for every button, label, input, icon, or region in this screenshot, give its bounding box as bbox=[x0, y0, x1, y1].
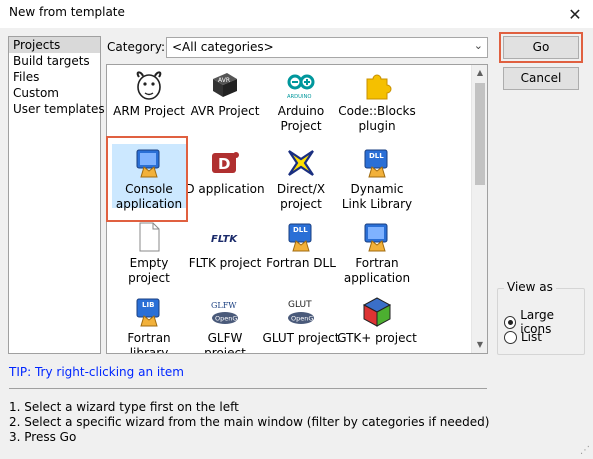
dll-icon: DLL bbox=[361, 147, 393, 179]
templates-scrollbar[interactable]: ▲ ▼ bbox=[471, 65, 487, 353]
cancel-button[interactable]: Cancel bbox=[503, 67, 579, 90]
template-avr-project[interactable]: AVR AVR Project bbox=[185, 69, 265, 119]
template-fortran-dll[interactable]: DLL Fortran DLL bbox=[261, 221, 341, 271]
go-button[interactable]: Go bbox=[503, 36, 579, 59]
glut-icon: GLUT OpenGL bbox=[285, 296, 317, 328]
fortran-lib-icon: LIB bbox=[133, 296, 165, 328]
glfw-text: GLFW bbox=[211, 301, 237, 310]
template-arduino-project[interactable]: ARDUINO Arduino Project bbox=[261, 69, 341, 134]
divider bbox=[9, 388, 487, 389]
radio-list[interactable]: List bbox=[504, 330, 542, 344]
template-dynamic-link-library[interactable]: DLL Dynamic Link Library bbox=[337, 147, 417, 212]
arduino-icon: ARDUINO bbox=[285, 69, 317, 101]
view-as-group: View as Large icons List bbox=[497, 280, 585, 355]
category-item-user-templates[interactable]: User templates bbox=[9, 101, 105, 117]
glut-opengl-text: OpenGL bbox=[291, 315, 317, 323]
fltk-icon: FLTK bbox=[209, 221, 241, 253]
category-item-projects[interactable]: Projects bbox=[9, 37, 100, 53]
tip-text: TIP: Try right-clicking an item bbox=[9, 365, 184, 379]
category-item-files[interactable]: Files bbox=[9, 69, 100, 85]
close-icon[interactable]: ✕ bbox=[557, 0, 593, 28]
instruction-line-3: 3. Press Go bbox=[9, 430, 77, 444]
view-as-legend: View as bbox=[504, 280, 556, 294]
template-label: Empty project bbox=[128, 256, 170, 285]
categories-list[interactable]: Projects Build targets Files Custom User… bbox=[8, 36, 105, 354]
template-label: GLFW project bbox=[204, 331, 246, 354]
template-label: Fortran DLL bbox=[266, 256, 336, 270]
radio-off-icon[interactable] bbox=[504, 330, 517, 344]
scroll-down-icon[interactable]: ▼ bbox=[472, 337, 487, 353]
title-bar: New from template ✕ bbox=[0, 0, 593, 28]
avr-text: AVR bbox=[218, 77, 230, 84]
puzzle-piece-icon bbox=[361, 69, 393, 101]
fortran-dll-text: DLL bbox=[293, 226, 308, 234]
glfw-opengl-text: OpenGL bbox=[215, 315, 241, 323]
fortran-app-icon bbox=[361, 221, 393, 253]
directx-icon bbox=[285, 147, 317, 179]
template-label: GLUT project bbox=[262, 331, 340, 345]
template-label: Fortran application bbox=[343, 256, 411, 285]
category-label: Category: bbox=[107, 40, 165, 54]
instruction-line-2: 2. Select a specific wizard from the mai… bbox=[9, 415, 490, 429]
gtk-cube-icon bbox=[361, 296, 393, 328]
avr-chip-icon: AVR bbox=[209, 69, 241, 101]
template-fltk-project[interactable]: FLTK FLTK project bbox=[185, 221, 265, 271]
scrollbar-thumb[interactable] bbox=[475, 83, 485, 185]
highlight-box-console bbox=[106, 136, 188, 222]
radio-list-label: List bbox=[521, 330, 542, 344]
template-codeblocks-plugin[interactable]: Code::Blocks plugin bbox=[337, 69, 417, 134]
template-label: FLTK project bbox=[188, 256, 262, 270]
template-empty-project[interactable]: Empty project bbox=[109, 221, 189, 286]
d-lang-icon: D bbox=[209, 147, 241, 179]
instruction-line-1: 1. Select a wizard type first on the lef… bbox=[9, 400, 239, 414]
template-label: D application bbox=[185, 182, 265, 196]
arm-gnu-icon bbox=[133, 69, 165, 101]
fortran-dll-icon: DLL bbox=[285, 221, 317, 253]
category-dropdown-value: <All categories> bbox=[172, 40, 274, 54]
template-gtk-project[interactable]: GTK+ project bbox=[337, 296, 417, 346]
dll-text: DLL bbox=[369, 152, 384, 160]
d-text: D bbox=[218, 155, 230, 173]
window-title: New from template bbox=[9, 5, 125, 19]
template-label: GTK+ project bbox=[337, 331, 417, 345]
template-directx-project[interactable]: Direct/X project bbox=[261, 147, 341, 212]
template-d-application[interactable]: D D application bbox=[185, 147, 265, 197]
scroll-up-icon[interactable]: ▲ bbox=[472, 65, 487, 81]
category-dropdown[interactable]: <All categories> ⌄ bbox=[166, 37, 488, 58]
template-label: Dynamic Link Library bbox=[341, 182, 413, 211]
resize-grip-icon[interactable]: ⋰ bbox=[580, 445, 590, 456]
blank-page-icon bbox=[133, 221, 165, 253]
template-label: Fortran library bbox=[127, 331, 171, 354]
template-glfw-project[interactable]: GLFW OpenGL GLFW project bbox=[185, 296, 265, 354]
lib-text: LIB bbox=[142, 301, 154, 309]
glut-text: GLUT bbox=[288, 300, 312, 310]
template-glut-project[interactable]: GLUT OpenGL GLUT project bbox=[261, 296, 341, 346]
template-fortran-application[interactable]: Fortran application bbox=[337, 221, 417, 286]
template-label: Arduino Project bbox=[277, 104, 325, 133]
template-arm-project[interactable]: ARM Project bbox=[109, 69, 189, 119]
category-item-build-targets[interactable]: Build targets bbox=[9, 53, 100, 69]
template-label: Code::Blocks plugin bbox=[338, 104, 416, 133]
template-label: ARM Project bbox=[113, 104, 185, 118]
radio-on-icon[interactable] bbox=[504, 315, 517, 329]
arduino-text: ARDUINO bbox=[287, 94, 311, 100]
category-item-custom[interactable]: Custom bbox=[9, 85, 100, 101]
template-fortran-library[interactable]: LIB Fortran library bbox=[109, 296, 189, 354]
template-label: AVR Project bbox=[190, 104, 260, 118]
fltk-text: FLTK bbox=[211, 234, 238, 245]
glfw-icon: GLFW OpenGL bbox=[209, 296, 241, 328]
chevron-down-icon[interactable]: ⌄ bbox=[474, 39, 483, 52]
template-label: Direct/X project bbox=[276, 182, 326, 211]
